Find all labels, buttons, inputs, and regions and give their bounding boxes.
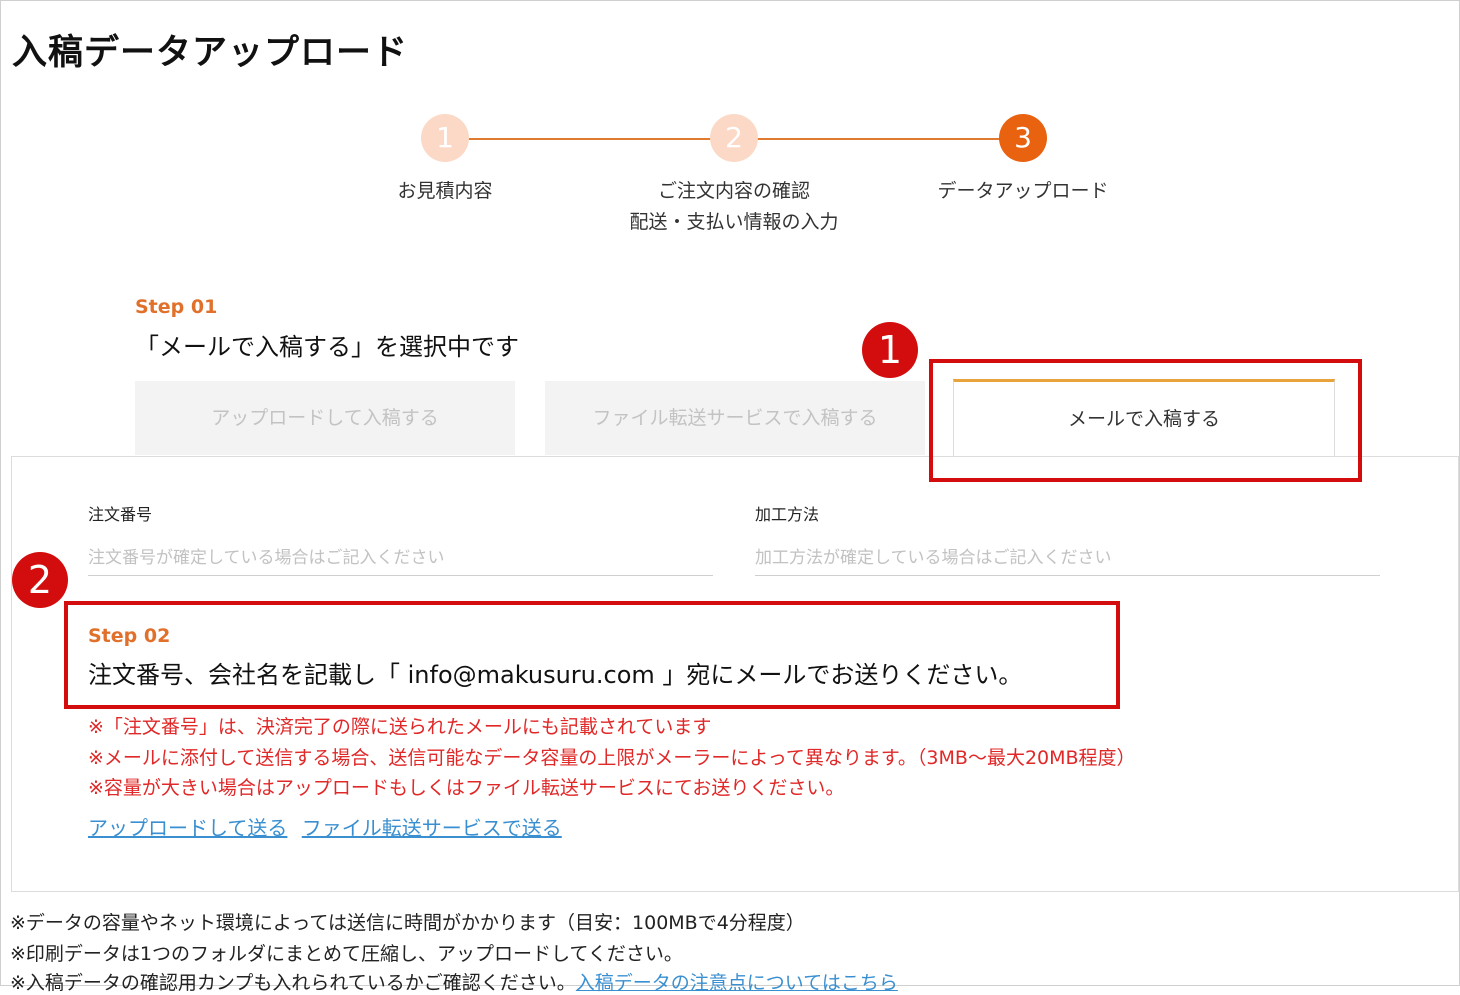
- footer-note-compress: ※印刷データは1つのフォルダにまとめて圧縮し、アップロードしてください。: [10, 943, 683, 965]
- step-2-label: ご注文内容の確認 配送・支払い情報の入力: [604, 176, 864, 238]
- note-order-number: ※「注文番号」は、決済完了の際に送られたメールにも記載されています: [88, 716, 712, 738]
- annotation-highlight-email-tab: [929, 359, 1362, 482]
- stepper-connector-1-2: [466, 138, 712, 140]
- step-1-circle: 1: [421, 114, 469, 162]
- order-number-label: 注文番号: [88, 505, 153, 524]
- processing-method-input[interactable]: [755, 541, 1380, 576]
- step-2-label-line2: 配送・支払い情報の入力: [629, 211, 839, 233]
- step-1-label: お見積内容: [345, 176, 545, 207]
- annotation-highlight-step02: [64, 601, 1120, 709]
- upload-link[interactable]: アップロードして送る: [88, 816, 287, 840]
- processing-method-label: 加工方法: [755, 505, 820, 524]
- step-1-label-line1: お見積内容: [397, 180, 493, 202]
- step-2-label-line1: ご注文内容の確認: [657, 180, 810, 202]
- annotation-badge-1: 1: [862, 322, 918, 378]
- footer-note-comp-check: ※入稿データの確認用カンプも入れられているかご確認ください。入稿データの注意点に…: [10, 968, 898, 995]
- order-number-input[interactable]: [88, 541, 713, 576]
- step01-heading: 「メールで入稿する」を選択中です: [135, 333, 519, 361]
- step01-label: Step 01: [135, 296, 218, 318]
- page-title: 入稿データアップロード: [12, 33, 409, 73]
- alt-methods-links: アップロードして送る ファイル転送サービスで送る: [88, 812, 570, 841]
- file-transfer-link[interactable]: ファイル転送サービスで送る: [302, 816, 562, 840]
- annotation-badge-2: 2: [12, 552, 68, 608]
- data-precautions-link[interactable]: 入稿データの注意点についてはこちら: [576, 972, 898, 994]
- step-3-label-line1: データアップロード: [937, 180, 1109, 202]
- step-2-circle: 2: [710, 114, 758, 162]
- note-large-files: ※容量が大きい場合はアップロードもしくはファイル転送サービスにてお送りください。: [88, 777, 845, 799]
- note-size-limit: ※メールに添付して送信する場合、送信可能なデータ容量の上限がメーラーによって異な…: [88, 747, 1136, 769]
- step-3-circle: 3: [999, 114, 1047, 162]
- tab-file-transfer[interactable]: ファイル転送サービスで入稿する: [545, 381, 925, 455]
- footer-note-transfer-time: ※データの容量やネット環境によっては送信に時間がかかります（目安：100MBで4…: [10, 912, 805, 934]
- tab-upload[interactable]: アップロードして入稿する: [135, 381, 515, 455]
- footer-note-comp-text: ※入稿データの確認用カンプも入れられているかご確認ください。: [10, 972, 576, 994]
- step-3-label: データアップロード: [913, 176, 1133, 207]
- stepper-connector-2-3: [756, 138, 1002, 140]
